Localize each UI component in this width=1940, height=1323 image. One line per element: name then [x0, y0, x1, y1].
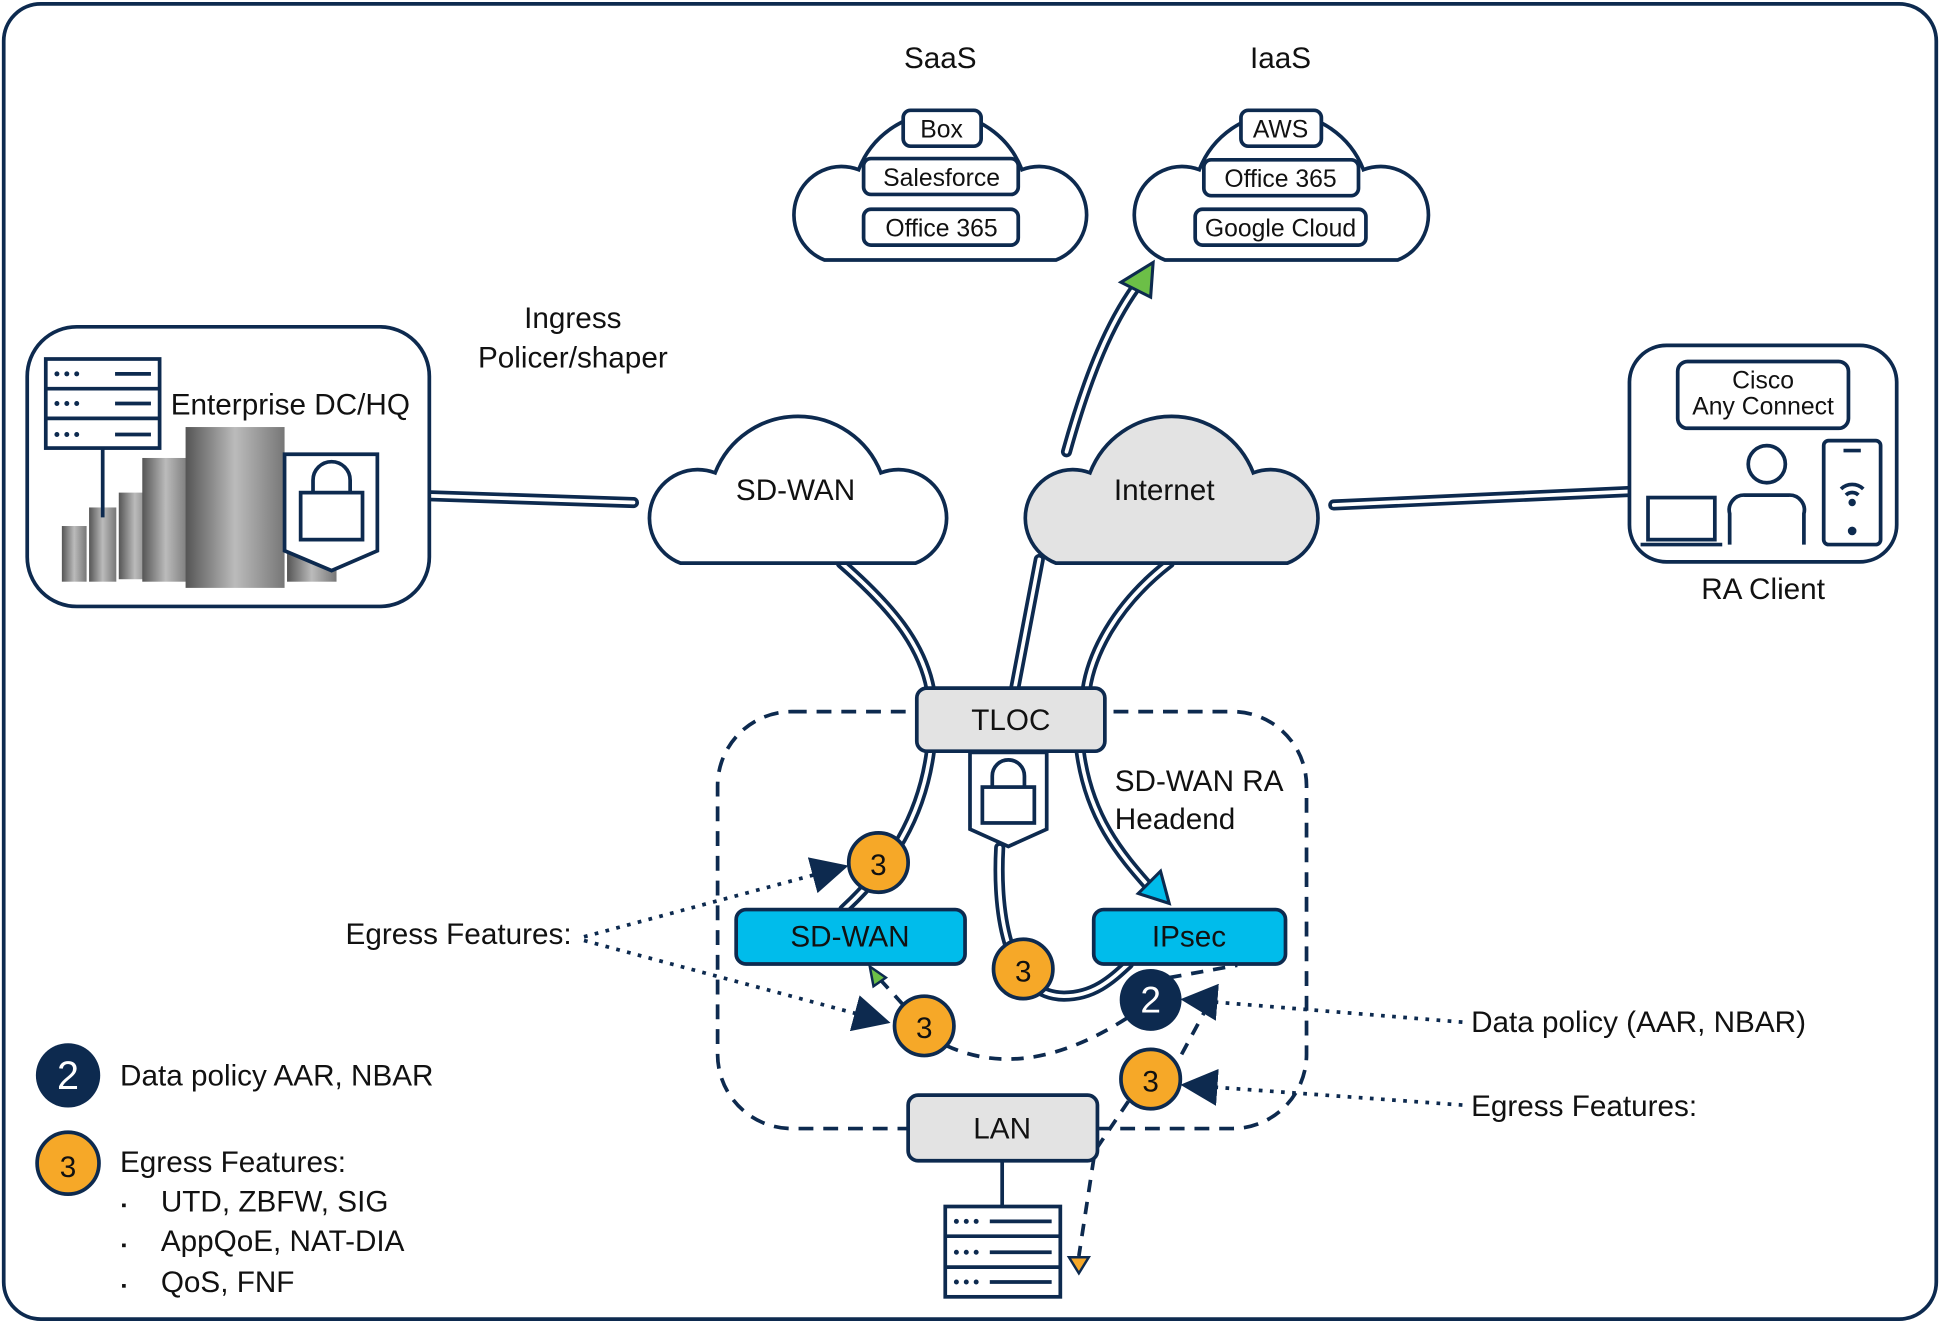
saas-item-office365: Office 365: [861, 207, 1021, 248]
saas-title: SaaS: [904, 42, 977, 75]
ingress-label-line2: Policer/shaper: [478, 342, 668, 375]
ingress-label-line1: Ingress: [524, 302, 621, 335]
svg-text:AWS: AWS: [1253, 117, 1308, 144]
legend-badge-3: 3: [60, 1151, 77, 1184]
legend-item-data-policy: Data policy AAR, NBAR: [120, 1059, 434, 1092]
svg-text:3: 3: [1142, 1065, 1159, 1098]
badge-egress-3: 3: [991, 937, 1055, 1001]
svg-text:Google Cloud: Google Cloud: [1205, 216, 1356, 243]
headend-label-line1: SD-WAN RA: [1115, 765, 1284, 798]
callout-egress-right: Egress Features:: [1471, 1090, 1697, 1123]
iaas-item-office365: Office 365: [1201, 157, 1361, 198]
iaas-item-google-cloud: Google Cloud: [1193, 207, 1368, 248]
svg-text:▪: ▪: [121, 1238, 126, 1254]
badge-data-policy-2: 2: [1119, 968, 1182, 1031]
ra-client-box: Cisco Any Connect: [1627, 343, 1899, 564]
svg-text:LAN: LAN: [973, 1112, 1031, 1145]
svg-text:Salesforce: Salesforce: [883, 165, 1000, 192]
svg-text:Box: Box: [920, 117, 963, 144]
ipsec-tunnel-box: IPsec: [1091, 907, 1288, 966]
svg-text:TLOC: TLOC: [971, 704, 1050, 737]
sdwan-ra-diagram: SaaS Box Salesforce Office 365 IaaS AWS …: [1, 2, 1939, 1321]
badge-egress-3: 3: [1119, 1047, 1183, 1111]
headend-label-line2: Headend: [1115, 803, 1236, 836]
svg-text:3: 3: [870, 849, 887, 882]
ra-client-label: RA Client: [1701, 573, 1826, 606]
iaas-item-aws: AWS: [1239, 108, 1324, 149]
legend-bullet: AppQoE, NAT-DIA: [161, 1225, 405, 1258]
svg-text:Office 365: Office 365: [1224, 166, 1336, 193]
svg-text:SD-WAN: SD-WAN: [790, 921, 909, 954]
legend-badge-2: 2: [57, 1054, 79, 1098]
anyconnect-label-line2: Any Connect: [1692, 394, 1834, 421]
callout-data-policy: Data policy (AAR, NBAR): [1471, 1006, 1806, 1039]
legend-item-egress: Egress Features:: [120, 1146, 346, 1179]
svg-text:3: 3: [1015, 955, 1032, 988]
internet-cloud-label: Internet: [1114, 474, 1215, 507]
legend-bullet: QoS, FNF: [161, 1266, 295, 1299]
sdwan-tunnel-box: SD-WAN: [734, 907, 967, 966]
callout-egress-left: Egress Features:: [346, 918, 572, 951]
tloc-box: TLOC: [914, 686, 1107, 754]
badge-egress-3: 3: [892, 994, 956, 1058]
svg-text:▪: ▪: [121, 1279, 126, 1295]
iaas-title: IaaS: [1250, 42, 1311, 75]
lan-box: LAN: [906, 1093, 1100, 1163]
svg-text:2: 2: [1140, 978, 1161, 1020]
badge-egress-3: 3: [846, 831, 910, 895]
svg-text:▪: ▪: [121, 1198, 126, 1214]
lock-shield-icon: [968, 750, 1049, 849]
saas-item-salesforce: Salesforce: [861, 156, 1021, 197]
saas-item-box: Box: [901, 108, 983, 149]
enterprise-dc-box: Enterprise DC/HQ: [25, 324, 432, 609]
svg-text:IPsec: IPsec: [1152, 921, 1226, 954]
svg-text:Office 365: Office 365: [885, 216, 997, 243]
svg-text:3: 3: [916, 1012, 933, 1045]
sdwan-cloud-label: SD-WAN: [736, 474, 855, 507]
anyconnect-label-line1: Cisco: [1732, 368, 1794, 395]
lock-shield-icon: [282, 452, 380, 573]
legend-bullet: UTD, ZBFW, SIG: [161, 1185, 389, 1218]
server-icon: [943, 1204, 1063, 1299]
enterprise-label: Enterprise DC/HQ: [171, 389, 410, 422]
